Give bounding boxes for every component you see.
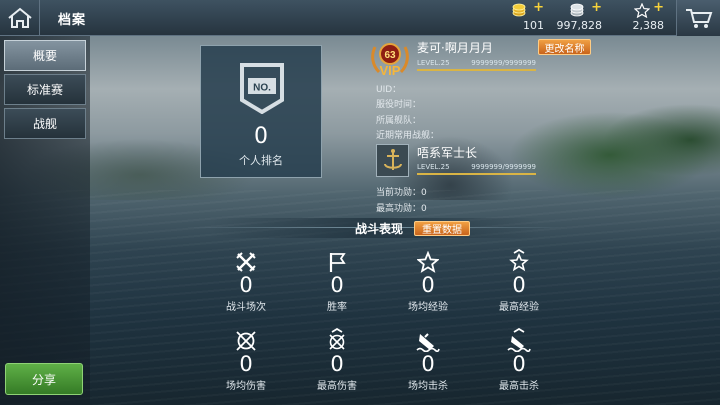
reset-data-button[interactable]: 重置数据 xyxy=(414,221,470,236)
battle-section-title: 战斗表现 xyxy=(355,222,404,236)
rank-badge-text: NO. xyxy=(253,83,271,94)
crosshair-chevron-icon xyxy=(329,328,345,350)
home-icon xyxy=(7,7,32,28)
current-merit: 当前功勋：0 xyxy=(376,185,427,198)
top-bar: 档案 + 101 + 997,828 + 2,388 xyxy=(0,0,720,36)
current-merit-value: 0 xyxy=(421,188,427,198)
ship-xp-bar xyxy=(417,173,536,175)
cart-icon xyxy=(685,9,712,28)
crosshair-icon xyxy=(236,331,256,351)
stat-win-rate: 0 胜率 xyxy=(297,251,377,313)
add-star-icon: + xyxy=(653,0,664,15)
add-silver-icon: + xyxy=(591,0,602,15)
ship-level: LEVEL.25 xyxy=(417,163,450,171)
uid-label: UID： xyxy=(376,85,402,95)
rename-button[interactable]: 更改名称 xyxy=(538,39,591,55)
gold-resource[interactable]: + 101 xyxy=(486,0,546,34)
stat-max-damage: 0 最高伤害 xyxy=(297,328,377,392)
anchor-insignia-icon xyxy=(383,148,402,170)
stat-value: 0 xyxy=(330,352,344,376)
silver-value: 997,828 xyxy=(556,19,603,32)
ship-rank-icon xyxy=(376,144,409,177)
add-gold-icon: + xyxy=(533,0,544,15)
star-icon xyxy=(634,3,650,18)
crossed-swords-icon xyxy=(236,252,256,272)
player-level: LEVEL.25 xyxy=(417,59,450,67)
stat-value: 0 xyxy=(512,352,526,376)
star-resource[interactable]: + 2,388 xyxy=(606,0,666,34)
home-button[interactable] xyxy=(0,0,40,36)
tab-overview[interactable]: 概要 xyxy=(4,40,86,71)
background-hills xyxy=(0,70,720,200)
ship-rank-title: 唔系军士长 xyxy=(417,146,478,160)
vip-text: VIP xyxy=(380,63,401,78)
sinking-ship-chevron-icon xyxy=(507,328,531,352)
shop-button[interactable] xyxy=(676,0,720,36)
ship-xp: 9999999/9999999 xyxy=(471,163,536,171)
page-title: 档案 xyxy=(58,13,87,28)
max-merit: 最高功勋：0 xyxy=(376,201,427,214)
stat-value: 0 xyxy=(239,352,253,376)
stat-value: 0 xyxy=(421,273,435,297)
silver-resource[interactable]: + 997,828 xyxy=(544,0,604,34)
stat-avg-damage: 0 场均伤害 xyxy=(206,330,286,392)
gold-value: 101 xyxy=(523,19,544,32)
stat-max-kills: 0 最高击杀 xyxy=(479,328,559,392)
stat-battles: 0 战斗场次 xyxy=(206,251,286,313)
silver-coins-icon xyxy=(570,3,584,17)
stat-value: 0 xyxy=(330,273,344,297)
stat-max-exp: 0 最高经验 xyxy=(479,249,559,313)
star-chevron-icon xyxy=(509,249,529,272)
tab-standard-match[interactable]: 标准赛 xyxy=(4,74,86,105)
sinking-ship-icon xyxy=(416,333,440,352)
player-xp: 9999999/9999999 xyxy=(471,59,536,67)
stat-label: 场均经验 xyxy=(408,302,448,313)
star-value: 2,388 xyxy=(632,19,665,32)
stat-label: 最高经验 xyxy=(499,302,539,313)
vip-badge: 63 VIP xyxy=(371,43,409,78)
stat-label: 场均击杀 xyxy=(408,381,448,392)
service-time-label: 服役时间： xyxy=(376,100,422,110)
player-name: 麦可·啊月月月 xyxy=(417,41,493,55)
stat-value: 0 xyxy=(239,273,253,297)
rank-panel: NO. 0 个人排名 xyxy=(200,45,322,178)
current-merit-label: 当前功勋： xyxy=(376,188,422,198)
stat-label: 最高击杀 xyxy=(499,381,539,392)
gold-coins-icon xyxy=(512,3,526,17)
max-merit-value: 0 xyxy=(421,204,427,214)
stat-label: 胜率 xyxy=(327,302,347,313)
stat-label: 最高伤害 xyxy=(317,381,357,392)
stat-avg-kills: 0 场均击杀 xyxy=(388,330,468,392)
rank-badge-icon: NO. xyxy=(240,63,284,114)
stat-avg-exp: 0 场均经验 xyxy=(388,251,468,313)
stat-label: 场均伤害 xyxy=(226,381,266,392)
rank-label: 个人排名 xyxy=(239,154,283,167)
stat-value: 0 xyxy=(512,273,526,297)
tab-warships[interactable]: 战舰 xyxy=(4,108,86,139)
stat-label: 战斗场次 xyxy=(226,302,266,313)
share-button[interactable]: 分享 xyxy=(5,363,83,395)
max-merit-label: 最高功勋： xyxy=(376,204,422,214)
common-ships-label: 近期常用战舰： xyxy=(376,131,440,141)
fleet-label: 所属舰队： xyxy=(376,116,422,126)
flag-icon xyxy=(329,253,346,272)
stat-value: 0 xyxy=(421,352,435,376)
vip-level: 63 xyxy=(384,50,396,61)
sidebar: 概要 标准赛 战舰 xyxy=(0,36,90,405)
star-outline-icon xyxy=(417,251,439,273)
player-xp-bar xyxy=(417,69,536,71)
rank-value: 0 xyxy=(254,124,268,149)
